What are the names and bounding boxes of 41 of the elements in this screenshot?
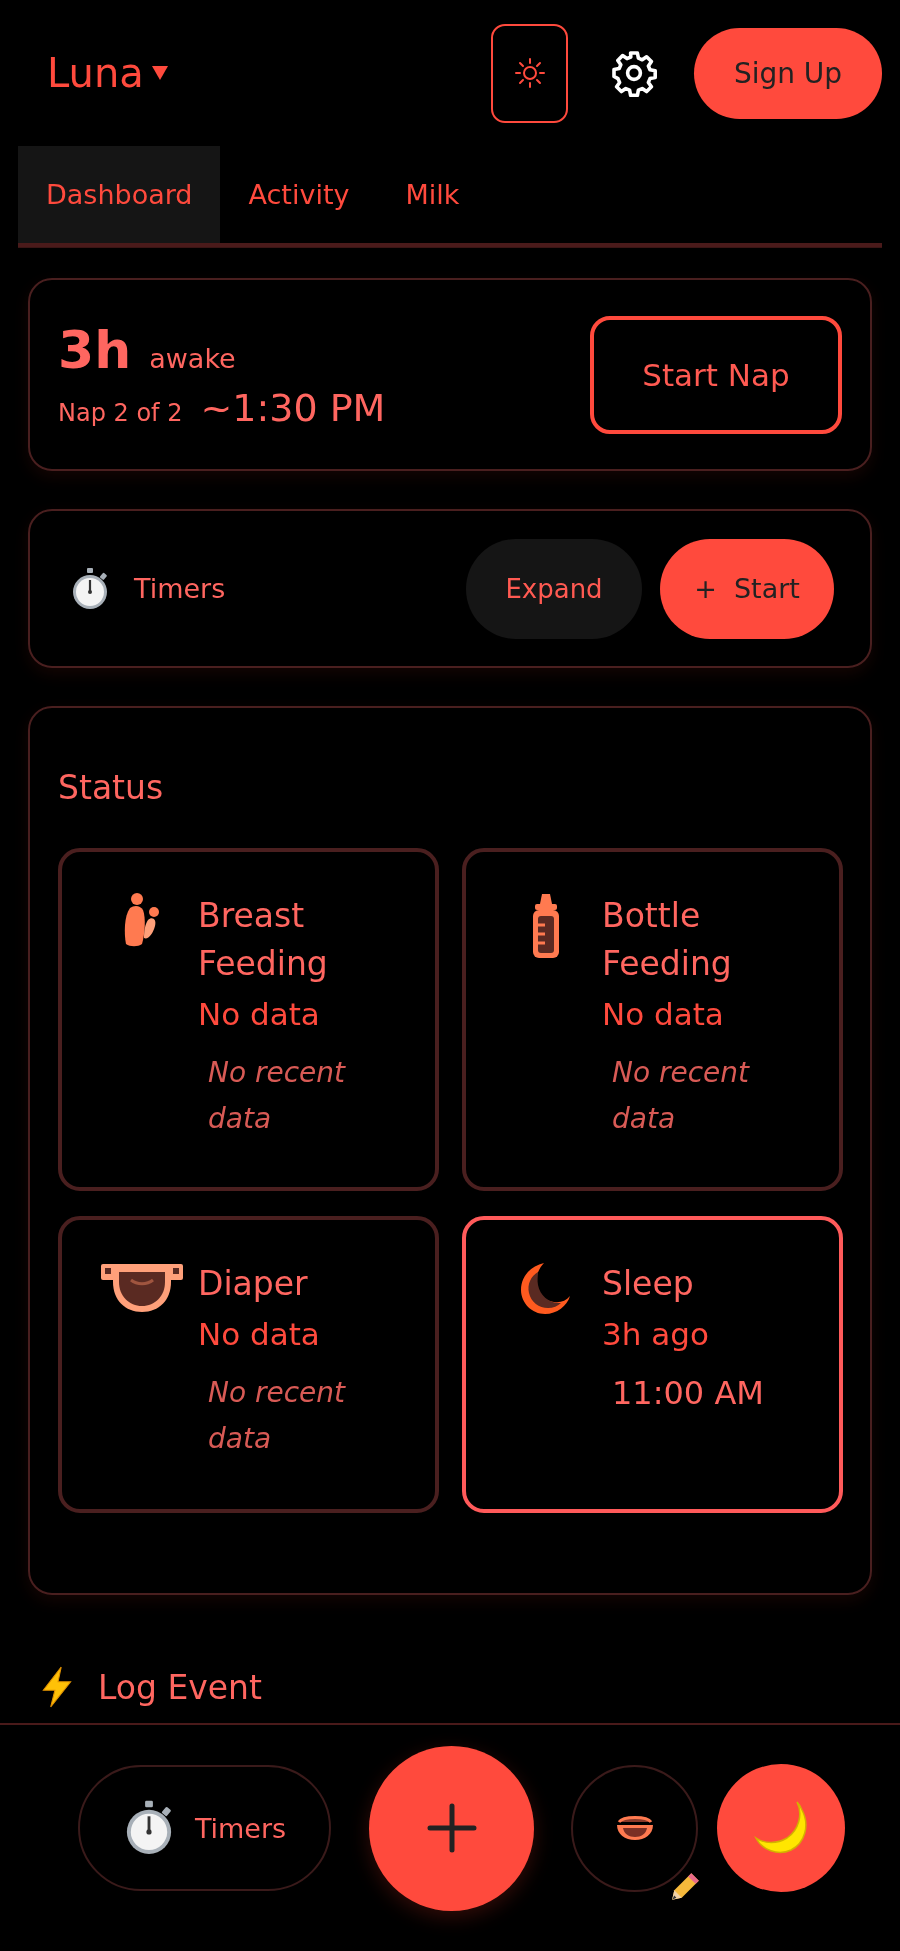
caret-icon — [151, 66, 168, 80]
status-title: Status — [58, 768, 165, 808]
start-nap-button[interactable]: Start Nap — [590, 315, 842, 434]
start-timer-button[interactable]: + Start — [660, 538, 834, 639]
status-card-detail: 11:00 AM — [612, 1372, 764, 1414]
status-card-title: Diaper — [198, 1262, 308, 1305]
stopwatch-icon — [70, 566, 110, 611]
tab[interactable]: Activity — [220, 146, 378, 243]
awake-label: awake — [149, 342, 236, 374]
status-card-detail: No recent data — [612, 1054, 751, 1137]
lightning-icon — [40, 1666, 74, 1708]
status-card-title: Bottle Feeding — [602, 894, 733, 985]
settings-icon[interactable] — [610, 49, 658, 97]
status-card-title: Breast Feeding — [198, 894, 329, 985]
plus-icon — [426, 1803, 477, 1853]
status-card[interactable]: Breast Feeding No data No recent data — [58, 847, 439, 1191]
status-card-value: 3h ago — [602, 1314, 709, 1354]
status-card-title: Sleep — [602, 1262, 694, 1305]
theme-toggle-button[interactable] — [491, 23, 568, 123]
status-card-value: No data — [602, 994, 724, 1034]
status-card-detail: No recent data — [208, 1054, 347, 1137]
sun-icon — [513, 57, 546, 89]
timers-title: Timers — [134, 573, 226, 604]
child-selector[interactable]: Luna — [47, 50, 168, 96]
nap-time: ~1:30 PM — [200, 385, 386, 430]
sign-up-button[interactable]: Sign Up — [694, 27, 882, 119]
status-card-value: No data — [198, 994, 320, 1034]
expand-button[interactable]: Expand — [466, 538, 642, 639]
timers-button[interactable]: Timers — [78, 1765, 331, 1891]
status-card[interactable]: Sleep 3h ago 11:00 AM — [462, 1215, 843, 1513]
log-event-title: Log Event — [98, 1667, 262, 1707]
status-card-detail: No recent data — [208, 1374, 347, 1457]
awake-duration: 3h — [58, 319, 132, 380]
nap-count: Nap 2 of 2 — [58, 398, 183, 427]
tab[interactable]: Dashboard — [18, 146, 221, 243]
status-card[interactable]: Bottle Feeding No data No recent data — [462, 847, 843, 1191]
nursing-figure-icon — [122, 891, 162, 948]
status-card-value: No data — [198, 1314, 320, 1354]
status-card[interactable]: Diaper No data No recent data — [58, 1215, 439, 1513]
tab[interactable]: Milk — [377, 146, 488, 243]
diaper-icon — [614, 1814, 655, 1842]
